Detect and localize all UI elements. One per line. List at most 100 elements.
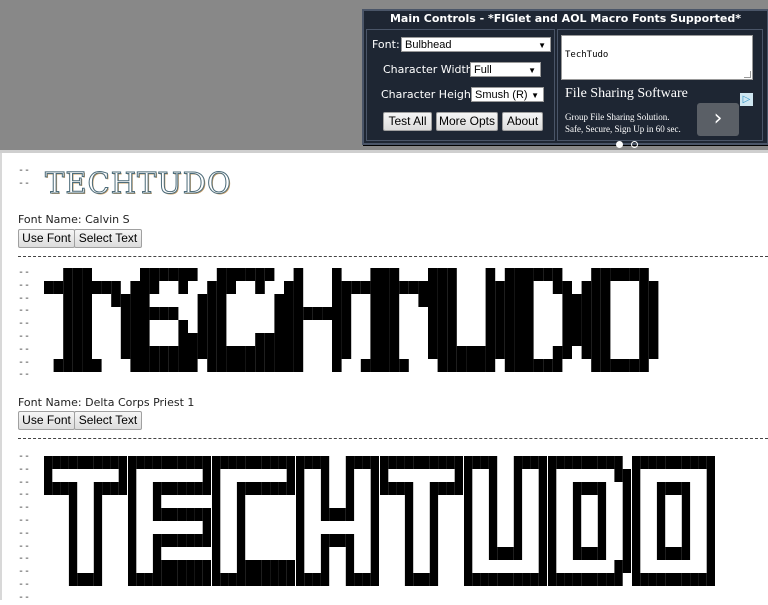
block-cell	[548, 560, 557, 573]
block-cell	[437, 281, 448, 294]
block-cell	[207, 359, 217, 372]
block-cell	[399, 281, 409, 294]
block-cell	[428, 346, 438, 359]
block-cell	[140, 333, 150, 346]
glyph-o	[581, 268, 659, 372]
block-cell	[648, 281, 659, 294]
block-cell	[216, 281, 227, 294]
block-cell	[149, 281, 160, 294]
about-button[interactable]: About	[502, 112, 543, 131]
block-cell	[169, 534, 178, 547]
block-cell	[128, 482, 137, 495]
block-cell	[389, 307, 400, 320]
block-cell	[514, 294, 524, 307]
ad-next-arrow-icon[interactable]: ›	[697, 103, 739, 136]
block-cell	[538, 573, 547, 586]
block-cell	[212, 560, 221, 573]
block-cell	[495, 333, 505, 346]
block-cell	[93, 521, 103, 534]
block-cell	[495, 320, 505, 333]
block-cell	[476, 346, 486, 359]
resize-handle-icon[interactable]	[744, 71, 751, 78]
block-cell	[293, 333, 304, 346]
block-cell	[673, 456, 682, 469]
block-cell	[296, 534, 305, 547]
block-cell	[665, 456, 674, 469]
block-cell	[488, 534, 498, 547]
block-cell	[207, 333, 217, 346]
block-cell	[389, 268, 400, 281]
block-cell	[485, 346, 496, 359]
block-cell	[169, 560, 178, 573]
block-cell	[216, 359, 227, 372]
font-select[interactable]: Bulbhead ▼	[401, 37, 551, 52]
block-cell	[690, 573, 699, 586]
block-cell	[284, 359, 294, 372]
carousel-dot[interactable]	[631, 141, 638, 148]
block-cell	[341, 281, 352, 294]
block-cell	[446, 482, 455, 495]
character-height-select[interactable]: Smush (R) ▼	[471, 87, 544, 102]
select-text-button[interactable]: Select Text	[74, 229, 142, 248]
block-cell	[413, 573, 422, 586]
use-font-button[interactable]: Use Font	[18, 411, 75, 430]
block-cell	[130, 281, 140, 294]
more-opts-button[interactable]: More Opts	[436, 112, 498, 131]
block-cell	[620, 268, 630, 281]
block-cell	[698, 456, 707, 469]
use-font-button[interactable]: Use Font	[18, 229, 75, 248]
block-cell	[485, 307, 496, 320]
block-cell	[600, 320, 611, 333]
block-cell	[320, 508, 330, 521]
block-cell	[597, 482, 607, 495]
carousel-dot-active[interactable]	[616, 141, 623, 148]
character-width-select[interactable]: Full ▼	[470, 62, 541, 77]
block-cell	[456, 359, 467, 372]
block-cell	[681, 534, 691, 547]
ad-title[interactable]: File Sharing Software	[565, 86, 697, 102]
block-cell	[513, 547, 523, 560]
block-cell	[177, 573, 187, 586]
block-cell	[513, 521, 523, 534]
block-cell	[524, 294, 534, 307]
ad-choices-icon[interactable]: ▷	[740, 93, 753, 106]
block-cell	[648, 346, 659, 359]
text-input[interactable]: TechTudo	[561, 35, 753, 80]
block-cell	[656, 482, 666, 495]
block-cell	[202, 521, 211, 534]
block-cell	[236, 456, 246, 469]
block-cell	[514, 359, 524, 372]
block-cell	[245, 482, 254, 495]
block-cell	[286, 482, 295, 495]
block-cell	[548, 534, 557, 547]
block-cell	[429, 482, 439, 495]
block-cell	[228, 573, 237, 586]
block-cell	[207, 307, 217, 320]
block-cell	[648, 320, 659, 333]
block-cell	[68, 508, 78, 521]
block-cell	[284, 333, 294, 346]
block-cell	[245, 456, 254, 469]
block-cell	[261, 573, 271, 586]
block-cell	[572, 534, 582, 547]
block-cell	[456, 346, 467, 359]
block-cell	[341, 320, 352, 333]
block-cell	[421, 456, 430, 469]
block-cell	[591, 320, 601, 333]
select-text-button[interactable]: Select Text	[74, 411, 142, 430]
font-label: Font:	[372, 38, 400, 51]
block-cell	[485, 320, 496, 333]
block-cell	[320, 495, 330, 508]
block-cell	[274, 320, 284, 333]
block-cell	[284, 294, 294, 307]
block-cell	[362, 456, 371, 469]
block-cell	[464, 469, 473, 482]
block-cell	[706, 482, 715, 495]
block-cell	[632, 495, 641, 508]
block-cell	[552, 281, 563, 294]
block-cell	[236, 268, 246, 281]
block-cell	[538, 482, 547, 495]
block-cell	[236, 573, 246, 586]
test-all-button[interactable]: Test All	[383, 112, 432, 131]
block-cell	[92, 281, 102, 294]
